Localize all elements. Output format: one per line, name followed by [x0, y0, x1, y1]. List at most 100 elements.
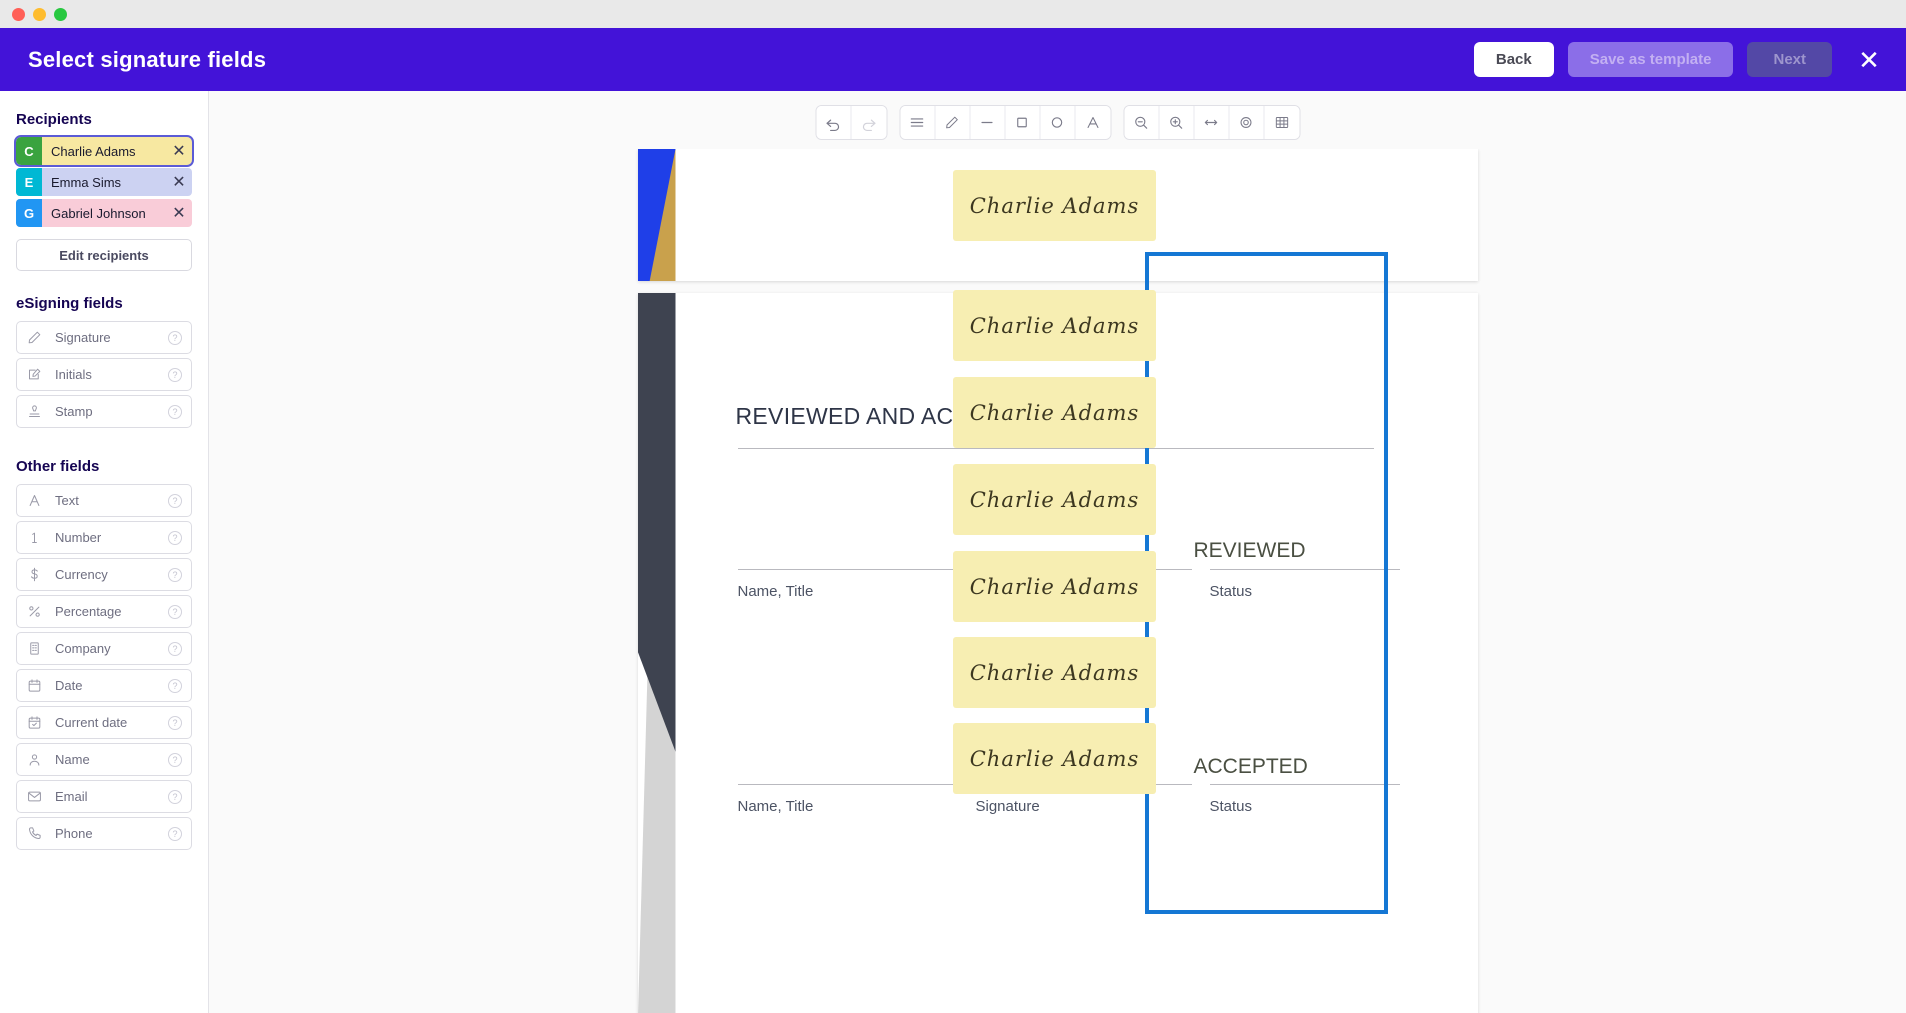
recipient-initial-badge: G — [16, 199, 42, 227]
signature-field-value: Charlie Adams — [969, 660, 1140, 685]
grid-icon[interactable] — [1264, 106, 1299, 139]
field-help-icon[interactable]: ? — [168, 789, 182, 804]
app-header: Select signature fields Back Save as tem… — [0, 28, 1906, 91]
name-title-rule-1 — [737, 569, 954, 570]
field-date[interactable]: Date? — [16, 669, 192, 702]
field-percentage[interactable]: Percentage? — [16, 595, 192, 628]
recipient-name: Charlie Adams — [51, 143, 136, 159]
signature-field-chip[interactable]: Charlie Adams — [953, 377, 1156, 448]
window-minimize-button[interactable] — [33, 7, 46, 21]
number-one-icon — [27, 530, 49, 545]
document-canvas[interactable]: REVIEWED AND ACCEPTED: Name, Title Signa… — [209, 91, 1906, 1013]
field-label: Percentage — [55, 604, 122, 619]
recipient-row[interactable]: C Charlie Adams ✕ — [14, 135, 194, 167]
field-label: Name — [55, 752, 90, 767]
slate-wedge — [637, 293, 676, 752]
overlay-word-accepted: ACCEPTED — [1193, 755, 1308, 778]
square-icon[interactable] — [1005, 106, 1040, 139]
signature-field-value: Charlie Adams — [969, 313, 1140, 338]
window-close-button[interactable] — [12, 7, 25, 21]
field-name[interactable]: Name? — [16, 743, 192, 776]
window-maximize-button[interactable] — [54, 7, 67, 21]
field-help-icon[interactable]: ? — [168, 404, 182, 419]
remove-recipient-icon[interactable]: ✕ — [166, 168, 192, 196]
field-label: Current date — [55, 715, 128, 730]
field-text[interactable]: Text? — [16, 484, 192, 517]
field-help-icon[interactable]: ? — [168, 493, 182, 508]
app-body: Recipients C Charlie Adams ✕ E Emma Sims ✕ G Ga… — [0, 91, 1906, 1013]
edit-recipients-button[interactable]: Edit recipients — [16, 239, 192, 271]
circle-icon[interactable] — [1040, 106, 1075, 139]
signature-field-value: Charlie Adams — [969, 574, 1140, 599]
stamp-icon — [27, 404, 49, 419]
text-a-icon[interactable] — [1075, 106, 1110, 139]
zoom-out-icon[interactable] — [1124, 106, 1159, 139]
fit-width-icon[interactable] — [1194, 106, 1229, 139]
field-help-icon[interactable]: ? — [168, 604, 182, 619]
field-label: Stamp — [55, 404, 93, 419]
field-help-icon[interactable]: ? — [168, 641, 182, 656]
signature-field-value: Charlie Adams — [969, 487, 1140, 512]
remove-recipient-icon[interactable]: ✕ — [166, 137, 192, 165]
pencil-icon[interactable] — [935, 106, 970, 139]
field-currency[interactable]: Currency? — [16, 558, 192, 591]
field-current-date[interactable]: Current date? — [16, 706, 192, 739]
signature-field-chip[interactable]: Charlie Adams — [953, 170, 1156, 241]
recipient-initial-badge: C — [16, 137, 42, 165]
percent-icon — [27, 604, 49, 619]
signature-field-value: Charlie Adams — [969, 400, 1140, 425]
field-number[interactable]: Number? — [16, 521, 192, 554]
person-icon — [27, 752, 49, 767]
building-icon — [27, 641, 49, 656]
save-as-template-button[interactable]: Save as template — [1567, 42, 1734, 77]
eye-icon[interactable] — [1229, 106, 1264, 139]
phone-icon — [27, 826, 49, 841]
field-company[interactable]: Company? — [16, 632, 192, 665]
field-label: Signature — [55, 330, 111, 345]
field-help-icon[interactable]: ? — [168, 715, 182, 730]
caption-name-title-1: Name, Title — [737, 583, 814, 600]
field-label: Text — [55, 493, 79, 508]
zoom-in-icon[interactable] — [1159, 106, 1194, 139]
caption-status-2: Status — [1209, 798, 1253, 815]
field-email[interactable]: Email? — [16, 780, 192, 813]
recipient-row[interactable]: G Gabriel Johnson ✕ — [16, 199, 192, 227]
field-initials[interactable]: Initials? — [16, 358, 192, 391]
field-help-icon[interactable]: ? — [168, 752, 182, 767]
signature-field-chip[interactable]: Charlie Adams — [953, 464, 1156, 535]
field-phone[interactable]: Phone? — [16, 817, 192, 850]
field-label: Date — [55, 678, 83, 693]
field-help-icon[interactable]: ? — [168, 678, 182, 693]
field-label: Number — [55, 530, 102, 545]
undo-icon[interactable] — [816, 106, 851, 139]
field-stamp[interactable]: Stamp? — [16, 395, 192, 428]
next-button[interactable]: Next — [1747, 42, 1832, 77]
other-fields-list: Text? Number? Currency? Percentage? Company?… — [16, 484, 192, 850]
signature-field-chip[interactable]: Charlie Adams — [953, 723, 1156, 794]
toolbar-group — [899, 105, 1111, 140]
field-signature[interactable]: Signature? — [16, 321, 192, 354]
signature-field-chip[interactable]: Charlie Adams — [953, 551, 1156, 622]
signature-field-chip[interactable]: Charlie Adams — [953, 637, 1156, 708]
close-icon[interactable]: ✕ — [1852, 43, 1886, 77]
page-edge-decoration — [637, 149, 676, 281]
line-icon[interactable] — [970, 106, 1005, 139]
field-help-icon[interactable]: ? — [168, 330, 182, 345]
heading-rule — [737, 448, 1374, 449]
recipients-heading: Recipients — [16, 111, 92, 128]
back-button[interactable]: Back — [1473, 42, 1554, 77]
recipient-name: Emma Sims — [51, 174, 122, 190]
recipient-initial-badge: E — [16, 168, 42, 196]
field-help-icon[interactable]: ? — [168, 367, 182, 382]
dollar-icon — [27, 567, 49, 582]
signature-field-chip[interactable]: Charlie Adams — [953, 290, 1156, 361]
lines-icon[interactable] — [900, 106, 935, 139]
field-help-icon[interactable]: ? — [168, 567, 182, 582]
recipient-row[interactable]: E Emma Sims ✕ — [16, 168, 192, 196]
field-help-icon[interactable]: ? — [168, 826, 182, 841]
remove-recipient-icon[interactable]: ✕ — [166, 199, 192, 227]
field-help-icon[interactable]: ? — [168, 530, 182, 545]
esigning-fields-list: Signature? Initials? Stamp? — [16, 321, 192, 428]
esigning-fields-heading: eSigning fields — [16, 295, 123, 312]
redo-icon — [851, 106, 886, 139]
